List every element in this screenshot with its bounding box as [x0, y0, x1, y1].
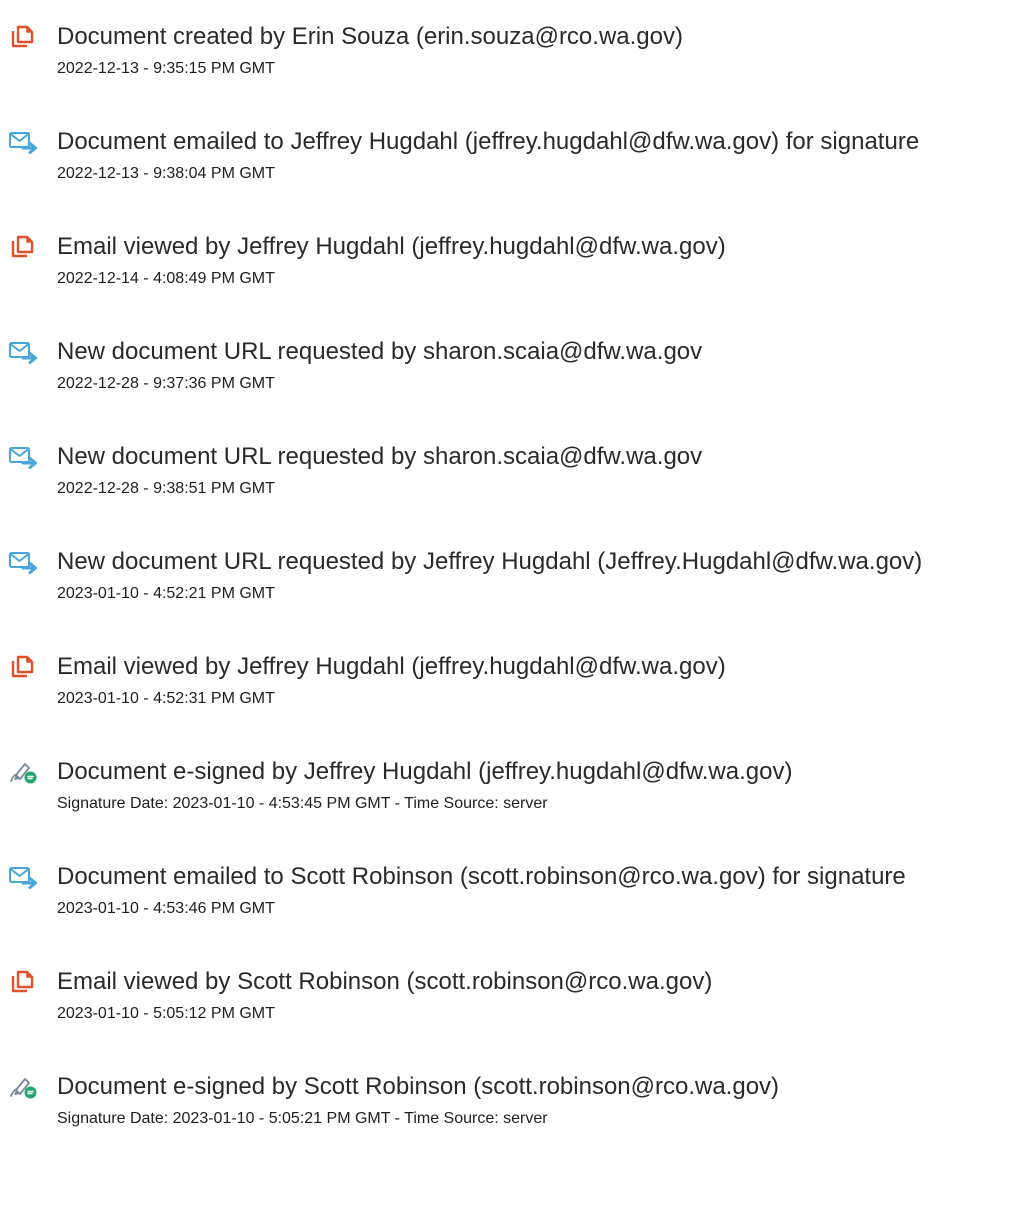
- event-timestamp: Signature Date: 2023-01-10 - 4:53:45 PM …: [57, 795, 548, 812]
- audit-event: Document emailed to Scott Robinson (scot…: [0, 863, 1023, 964]
- event-title: Email viewed by Scott Robinson (scott.ro…: [57, 968, 713, 995]
- audit-event: New document URL requested by sharon.sca…: [0, 338, 1023, 439]
- audit-event: New document URL requested by Jeffrey Hu…: [0, 548, 1023, 649]
- email-sent-icon: [8, 444, 38, 470]
- event-title: Document e-signed by Scott Robinson (sco…: [57, 1073, 780, 1100]
- event-timestamp: 2023-01-10 - 4:53:46 PM GMT: [57, 900, 275, 917]
- event-timestamp: 2022-12-13 - 9:38:04 PM GMT: [57, 165, 275, 182]
- event-timestamp: 2022-12-28 - 9:38:51 PM GMT: [57, 480, 275, 497]
- event-title: Document emailed to Jeffrey Hugdahl (jef…: [57, 128, 920, 155]
- document-icon: [8, 654, 38, 680]
- document-icon: [8, 24, 38, 50]
- esign-icon: [8, 1074, 38, 1100]
- email-sent-icon: [8, 864, 38, 890]
- audit-event: Email viewed by Jeffrey Hugdahl (jeffrey…: [0, 233, 1023, 334]
- document-icon: [8, 234, 38, 260]
- event-title: New document URL requested by sharon.sca…: [57, 443, 703, 470]
- event-timestamp: 2023-01-10 - 4:52:21 PM GMT: [57, 585, 275, 602]
- event-title: New document URL requested by sharon.sca…: [57, 338, 703, 365]
- event-timestamp: 2023-01-10 - 4:52:31 PM GMT: [57, 690, 275, 707]
- event-title: Document created by Erin Souza (erin.sou…: [57, 23, 683, 50]
- audit-event: New document URL requested by sharon.sca…: [0, 443, 1023, 544]
- event-title: New document URL requested by Jeffrey Hu…: [57, 548, 923, 575]
- event-timestamp: 2022-12-28 - 9:37:36 PM GMT: [57, 375, 275, 392]
- event-title: Email viewed by Jeffrey Hugdahl (jeffrey…: [57, 233, 726, 260]
- email-sent-icon: [8, 549, 38, 575]
- event-timestamp: 2022-12-13 - 9:35:15 PM GMT: [57, 60, 275, 77]
- audit-event: Document created by Erin Souza (erin.sou…: [0, 23, 1023, 124]
- event-title: Email viewed by Jeffrey Hugdahl (jeffrey…: [57, 653, 726, 680]
- audit-event: Document e-signed by Scott Robinson (sco…: [0, 1073, 1023, 1174]
- audit-event: Document emailed to Jeffrey Hugdahl (jef…: [0, 128, 1023, 229]
- audit-event: Email viewed by Jeffrey Hugdahl (jeffrey…: [0, 653, 1023, 754]
- audit-event: Document e-signed by Jeffrey Hugdahl (je…: [0, 758, 1023, 859]
- document-icon: [8, 969, 38, 995]
- event-timestamp: 2022-12-14 - 4:08:49 PM GMT: [57, 270, 275, 287]
- event-timestamp: 2023-01-10 - 5:05:12 PM GMT: [57, 1005, 275, 1022]
- event-title: Document emailed to Scott Robinson (scot…: [57, 863, 906, 890]
- audit-event: Email viewed by Scott Robinson (scott.ro…: [0, 968, 1023, 1069]
- esign-icon: [8, 759, 38, 785]
- event-title: Document e-signed by Jeffrey Hugdahl (je…: [57, 758, 793, 785]
- event-timestamp: Signature Date: 2023-01-10 - 5:05:21 PM …: [57, 1110, 548, 1127]
- email-sent-icon: [8, 339, 38, 365]
- email-sent-icon: [8, 129, 38, 155]
